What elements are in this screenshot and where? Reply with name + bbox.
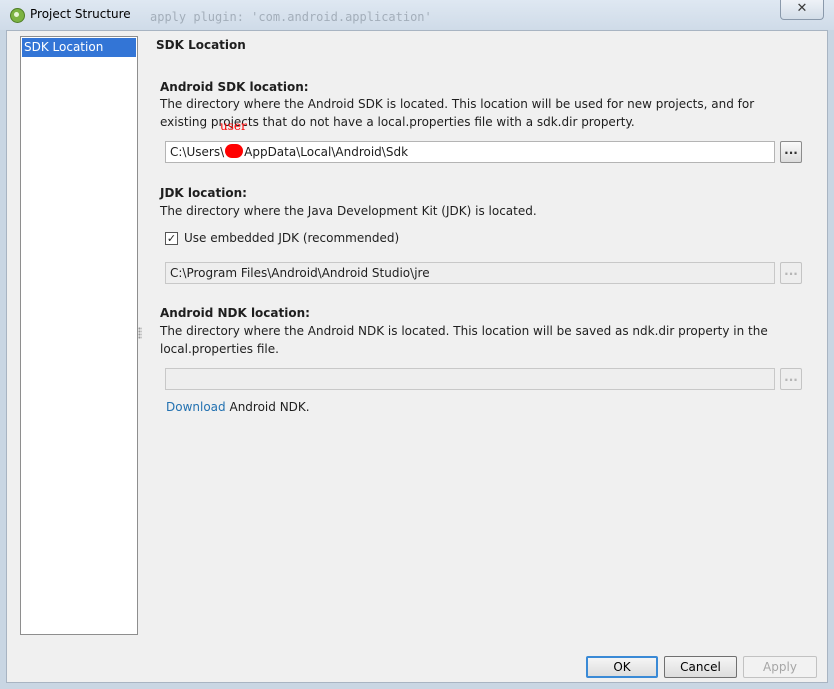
embedded-jdk-checkbox[interactable]: ✓ <box>165 232 178 245</box>
android-studio-icon <box>10 8 25 23</box>
sdk-path-input[interactable]: C:\Users\ AppData\Local\Android\Sdk <box>165 141 775 163</box>
ndk-description: The directory where the Android NDK is l… <box>160 324 768 356</box>
jdk-section-title: JDK location: <box>160 186 247 200</box>
page-title: SDK Location <box>156 38 246 52</box>
sdk-browse-button[interactable]: ... <box>780 141 802 163</box>
background-code-text: apply plugin: 'com.android.application' <box>150 10 432 24</box>
sdk-section-title: Android SDK location: <box>160 80 309 94</box>
sdk-path-prefix: C:\Users\ <box>170 145 225 159</box>
redaction-label: user <box>220 119 247 133</box>
ndk-download-row: Download Android NDK. <box>166 400 310 414</box>
sidebar: SDK Location <box>20 36 138 635</box>
close-button[interactable]: ✕ <box>780 0 824 20</box>
sidebar-item-sdk-location[interactable]: SDK Location <box>22 38 136 57</box>
ok-button[interactable]: OK <box>586 656 658 678</box>
sdk-path-suffix: AppData\Local\Android\Sdk <box>244 145 409 159</box>
jdk-path-input: C:\Program Files\Android\Android Studio\… <box>165 262 775 284</box>
ndk-section-title: Android NDK location: <box>160 306 310 320</box>
download-suffix: Android NDK. <box>229 400 310 414</box>
cancel-button[interactable]: Cancel <box>664 656 737 678</box>
window-title: Project Structure <box>30 7 131 21</box>
splitter-handle[interactable] <box>138 327 142 339</box>
embedded-jdk-label[interactable]: Use embedded JDK (recommended) <box>184 231 399 245</box>
redaction-mark <box>225 144 244 158</box>
dialog-body: SDK Location SDK Location Android SDK lo… <box>6 30 828 683</box>
apply-button: Apply <box>743 656 817 678</box>
jdk-description: The directory where the Java Development… <box>160 204 537 218</box>
ndk-path-input <box>165 368 775 390</box>
sdk-description: The directory where the Android SDK is l… <box>160 97 755 129</box>
title-bar[interactable]: apply plugin: 'com.android.application' … <box>0 0 834 30</box>
jdk-browse-button: ... <box>780 262 802 284</box>
download-link[interactable]: Download <box>166 400 226 414</box>
ndk-browse-button: ... <box>780 368 802 390</box>
